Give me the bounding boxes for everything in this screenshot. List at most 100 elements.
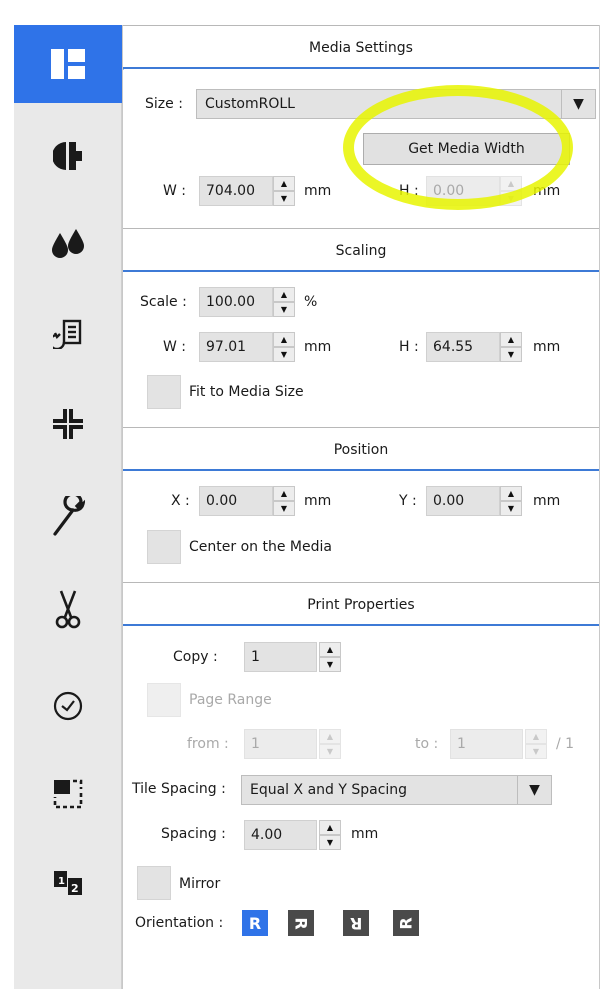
sidebar-item-crop[interactable]: [14, 385, 122, 463]
position-y-input[interactable]: 0.00: [426, 486, 500, 516]
dropdown-caret-icon: ▼: [517, 776, 551, 804]
copy-label: Copy :: [173, 649, 218, 665]
sidebar-item-color[interactable]: [14, 117, 122, 195]
mirror-label: Mirror: [179, 876, 221, 892]
media-w-unit: mm: [304, 183, 332, 199]
page-range-label: Page Range: [189, 692, 272, 708]
tile-spacing-dropdown[interactable]: Equal X and Y Spacing ▼: [241, 775, 552, 805]
stepper-down-icon: ▼: [500, 191, 522, 206]
mirror-checkbox[interactable]: [137, 866, 171, 900]
position-x-label: X :: [171, 493, 190, 509]
position-y-unit: mm: [533, 493, 561, 509]
spacing-input[interactable]: 4.00: [244, 820, 317, 850]
ink-drops-icon: [50, 229, 86, 259]
scaling-h-stepper[interactable]: ▲ ▼: [500, 332, 522, 362]
dropdown-caret-icon: ▼: [561, 90, 595, 118]
get-media-width-button[interactable]: Get Media Width: [363, 133, 570, 165]
stepper-down-icon[interactable]: ▼: [273, 347, 295, 362]
stepper-down-icon[interactable]: ▼: [319, 657, 341, 672]
sidebar-item-layout[interactable]: [14, 25, 129, 103]
scaling-header: Scaling: [123, 228, 599, 272]
orientation-90-glyph: R: [291, 916, 311, 930]
media-w-stepper[interactable]: ▲ ▼: [273, 176, 295, 206]
selection-icon: [53, 779, 83, 809]
position-x-input[interactable]: 0.00: [199, 486, 273, 516]
svg-text:2: 2: [71, 882, 79, 895]
scaling-h-input[interactable]: 64.55: [426, 332, 500, 362]
orientation-0-glyph: R: [248, 913, 262, 933]
stepper-up-icon[interactable]: ▲: [500, 486, 522, 501]
page-range-checkbox: [147, 683, 181, 717]
media-w-input[interactable]: 704.00: [199, 176, 273, 206]
spacing-unit: mm: [351, 826, 379, 842]
crop-marks-icon: [53, 409, 83, 439]
scaling-h-unit: mm: [533, 339, 561, 355]
scale-stepper[interactable]: ▲ ▼: [273, 287, 295, 317]
scaling-w-label: W :: [163, 339, 187, 355]
scaling-w-unit: mm: [304, 339, 332, 355]
stepper-up-icon[interactable]: ▲: [273, 287, 295, 302]
copy-input[interactable]: 1: [244, 642, 317, 672]
spacing-label: Spacing :: [161, 826, 226, 842]
stepper-down-icon[interactable]: ▼: [273, 302, 295, 317]
center-on-media-label: Center on the Media: [189, 539, 332, 555]
stepper-down-icon: ▼: [525, 744, 547, 759]
settings-panel: Media Settings Size : CustomROLL ▼ Get M…: [122, 25, 600, 989]
sidebar-item-ink[interactable]: [14, 205, 122, 283]
sidebar-item-schedule[interactable]: [14, 667, 122, 745]
sidebar: 12: [14, 25, 129, 989]
scale-unit: %: [304, 294, 318, 310]
orientation-180-button[interactable]: R: [343, 910, 369, 936]
position-x-stepper[interactable]: ▲ ▼: [273, 486, 295, 516]
stepper-down-icon[interactable]: ▼: [273, 191, 295, 206]
position-y-label: Y :: [399, 493, 417, 509]
from-input: 1: [244, 729, 317, 759]
position-x-unit: mm: [304, 493, 332, 509]
stepper-up-icon[interactable]: ▲: [273, 176, 295, 191]
sidebar-item-tools[interactable]: [14, 477, 122, 555]
media-w-label: W :: [163, 183, 187, 199]
sidebar-item-pages[interactable]: 12: [14, 843, 122, 921]
media-h-input: 0.00: [426, 176, 500, 206]
position-y-stepper[interactable]: ▲ ▼: [500, 486, 522, 516]
stepper-up-icon[interactable]: ▲: [273, 486, 295, 501]
size-dropdown[interactable]: CustomROLL ▼: [196, 89, 596, 119]
scaling-w-input[interactable]: 97.01: [199, 332, 273, 362]
scale-input[interactable]: 100.00: [199, 287, 273, 317]
center-on-media-checkbox[interactable]: [147, 530, 181, 564]
stepper-up-icon[interactable]: ▲: [319, 642, 341, 657]
svg-text:1: 1: [58, 876, 65, 887]
spacing-stepper[interactable]: ▲ ▼: [319, 820, 341, 850]
to-stepper: ▲ ▼: [525, 729, 547, 759]
scissors-icon: [53, 589, 83, 629]
media-h-stepper: ▲ ▼: [500, 176, 522, 206]
orientation-90-button[interactable]: R: [288, 910, 314, 936]
total-pages-label: / 1: [556, 736, 575, 752]
orientation-label: Orientation :: [135, 915, 224, 931]
copy-stepper[interactable]: ▲ ▼: [319, 642, 341, 672]
pages-1-2-icon: 12: [53, 867, 83, 897]
orientation-270-button[interactable]: R: [393, 910, 419, 936]
sidebar-item-cut[interactable]: [14, 570, 122, 648]
stepper-down-icon[interactable]: ▼: [273, 501, 295, 516]
sidebar-item-queue[interactable]: [14, 295, 122, 373]
stepper-up-icon: ▲: [319, 729, 341, 744]
scaling-w-stepper[interactable]: ▲ ▼: [273, 332, 295, 362]
position-header: Position: [123, 427, 599, 471]
sidebar-item-selection[interactable]: [14, 755, 122, 833]
media-settings-header: Media Settings: [123, 25, 599, 69]
fit-to-media-checkbox[interactable]: [147, 375, 181, 409]
stepper-down-icon[interactable]: ▼: [500, 347, 522, 362]
orientation-180-glyph: R: [349, 913, 363, 933]
scaling-h-label: H :: [399, 339, 419, 355]
stepper-up-icon[interactable]: ▲: [319, 820, 341, 835]
media-h-label: H :: [399, 183, 419, 199]
from-label: from :: [187, 736, 229, 752]
stepper-down-icon[interactable]: ▼: [319, 835, 341, 850]
stepper-up-icon[interactable]: ▲: [500, 332, 522, 347]
stepper-down-icon[interactable]: ▼: [500, 501, 522, 516]
stepper-up-icon[interactable]: ▲: [273, 332, 295, 347]
queue-refresh-icon: [53, 319, 83, 349]
stepper-up-icon: ▲: [525, 729, 547, 744]
orientation-0-button[interactable]: R: [242, 910, 268, 936]
